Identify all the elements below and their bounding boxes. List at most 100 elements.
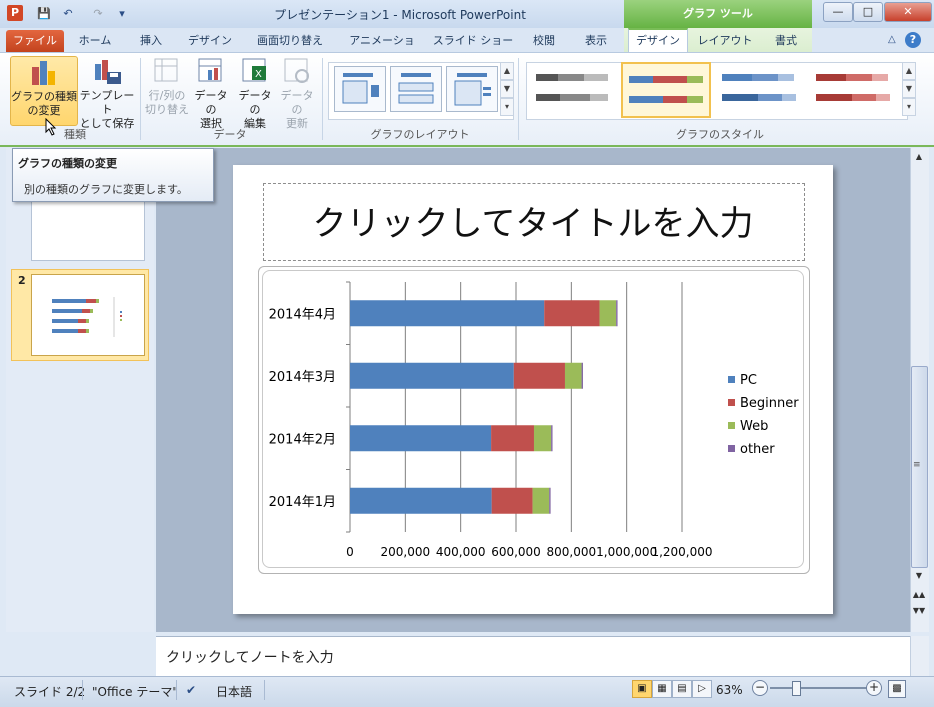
help-icon[interactable]: ? xyxy=(905,32,921,48)
bar-beginner xyxy=(491,487,533,514)
tab-chart-format[interactable]: 書式 xyxy=(764,30,808,52)
refresh-data-button[interactable]: データの 更新 xyxy=(276,56,318,131)
chart-style-3[interactable] xyxy=(716,62,802,114)
zoom-slider[interactable] xyxy=(770,687,870,689)
theme-name[interactable]: "Office テーマ" xyxy=(92,683,178,700)
layout-group-label: グラフのレイアウト xyxy=(370,128,470,141)
change-chart-type-button[interactable]: グラフの種類 の変更 xyxy=(10,56,78,126)
refresh-data-label-1: データの xyxy=(280,89,314,116)
powerpoint-app-icon[interactable]: P xyxy=(7,5,23,21)
spell-check-icon[interactable]: ✔ xyxy=(186,683,196,697)
bar-web xyxy=(564,362,582,389)
save-as-template-button[interactable]: テンプレート として保存 xyxy=(78,56,136,131)
x-tick-label: 200,000 xyxy=(381,545,431,559)
mouse-cursor-icon xyxy=(45,118,57,136)
next-slide-icon[interactable]: ▼▼ xyxy=(912,604,926,618)
legend-label: Web xyxy=(740,419,768,434)
zoom-level[interactable]: 63% xyxy=(716,683,743,697)
bar-chart[interactable]: 0 200,000 400,000 600,000 800,000 1,000,0001,… xyxy=(262,270,802,570)
tab-home[interactable]: ホーム xyxy=(72,30,118,52)
ribbon-separator xyxy=(322,58,323,140)
tab-transitions[interactable]: 画面切り替え xyxy=(252,30,328,52)
style-gallery-more-icon[interactable]: ▾ xyxy=(902,98,916,116)
chart-type-icon xyxy=(32,61,55,85)
bar-other xyxy=(616,300,618,327)
chart-style-2-selected[interactable] xyxy=(621,62,711,118)
change-type-label-2: の変更 xyxy=(27,104,61,117)
undo-icon[interactable]: ↶ xyxy=(60,6,76,22)
previous-slide-icon[interactable]: ▲▲ xyxy=(912,588,926,602)
style-gallery-down-icon[interactable]: ▼ xyxy=(902,80,916,98)
data-group-label: データ xyxy=(213,128,247,141)
switch-row-col-label-1: 行/列の xyxy=(148,89,186,102)
select-data-icon xyxy=(198,58,222,82)
tab-chart-layout[interactable]: レイアウト xyxy=(696,30,754,52)
fit-to-window-icon[interactable]: ▩ xyxy=(888,680,906,698)
x-tick-label: 0 xyxy=(346,545,354,559)
chart-style-4[interactable] xyxy=(810,62,896,114)
refresh-data-label-2: 更新 xyxy=(286,117,308,130)
notes-scrollbar[interactable] xyxy=(910,636,929,676)
reading-view-icon[interactable]: ▤ xyxy=(672,680,692,698)
edit-data-button[interactable]: X データの 編集 xyxy=(234,56,276,131)
switch-row-column-button[interactable]: 行/列の 切り替え xyxy=(144,56,190,117)
change-type-label-1: グラフの種類 xyxy=(11,90,77,103)
tab-review[interactable]: 校閲 xyxy=(524,30,564,52)
switch-row-col-label-2: 切り替え xyxy=(145,103,189,116)
slide-1-thumbnail[interactable] xyxy=(31,195,145,261)
slide-sorter-view-icon[interactable]: ▦ xyxy=(652,680,672,698)
tab-file[interactable]: ファイル xyxy=(6,30,64,52)
layout-thumb-2[interactable] xyxy=(390,66,442,112)
layout-gallery-more-icon[interactable]: ▾ xyxy=(500,98,514,116)
status-separator xyxy=(82,680,83,700)
tab-slideshow[interactable]: スライド ショー xyxy=(432,30,514,52)
layout-thumb-1[interactable] xyxy=(334,66,386,112)
bar-other xyxy=(551,425,553,452)
template-save-icon xyxy=(95,60,121,84)
legend-label: PC xyxy=(740,373,757,388)
tooltip-description: 別の種類のグラフに変更します。 xyxy=(24,183,188,196)
slideshow-view-icon[interactable]: ▷ xyxy=(692,680,712,698)
slide-title: クリックしてタイトルを入力 xyxy=(312,204,754,244)
collapse-ribbon-icon[interactable]: △ xyxy=(888,34,896,45)
category-label: 2014年2月 xyxy=(269,432,336,447)
style-gallery-up-icon[interactable]: ▲ xyxy=(902,62,916,80)
edit-data-label-1: データの xyxy=(238,89,272,116)
customize-quick-access-icon[interactable]: ▾ xyxy=(114,6,130,22)
save-icon[interactable]: 💾 xyxy=(36,6,52,22)
status-separator xyxy=(176,680,177,700)
language-indicator[interactable]: 日本語 xyxy=(216,683,252,700)
minimize-button[interactable]: — xyxy=(823,2,853,22)
status-separator xyxy=(264,680,265,700)
legend-swatch xyxy=(728,445,735,452)
chart-style-1[interactable] xyxy=(530,62,616,114)
select-data-button[interactable]: データの 選択 xyxy=(190,56,232,131)
save-template-label-1: テンプレート xyxy=(79,89,135,116)
switch-row-column-icon xyxy=(154,58,178,82)
tab-design[interactable]: デザイン xyxy=(184,30,236,52)
close-button[interactable]: ✕ xyxy=(884,2,932,22)
tab-view[interactable]: 表示 xyxy=(576,30,616,52)
tooltip-title: グラフの種類の変更 xyxy=(18,157,117,170)
bar-beginner xyxy=(544,300,600,327)
slide-counter: スライド 2/2 xyxy=(14,685,86,699)
scroll-up-icon[interactable]: ▲ xyxy=(912,150,926,164)
scroll-down-icon[interactable]: ▼ xyxy=(912,569,926,583)
select-data-label-1: データの xyxy=(194,89,228,116)
slide-2-thumbnail[interactable] xyxy=(31,274,145,356)
zoom-out-icon[interactable]: − xyxy=(752,680,768,696)
zoom-in-icon[interactable]: + xyxy=(866,680,882,696)
x-tick-label: 800,000 xyxy=(547,545,597,559)
tab-chart-design[interactable]: デザイン xyxy=(628,28,688,54)
redo-icon[interactable]: ↷ xyxy=(90,6,106,22)
tab-animations[interactable]: アニメーション xyxy=(344,30,420,69)
layout-thumb-3[interactable] xyxy=(446,66,498,112)
layout-gallery-up-icon[interactable]: ▲ xyxy=(500,62,514,80)
maximize-button[interactable]: □ xyxy=(853,2,883,22)
tab-insert[interactable]: 挿入 xyxy=(128,30,174,52)
zoom-slider-thumb[interactable] xyxy=(792,681,801,696)
scroll-grip-icon: ≡ xyxy=(913,460,921,470)
bar-other xyxy=(581,362,583,389)
normal-view-icon[interactable]: ▣ xyxy=(632,680,652,698)
layout-gallery-down-icon[interactable]: ▼ xyxy=(500,80,514,98)
